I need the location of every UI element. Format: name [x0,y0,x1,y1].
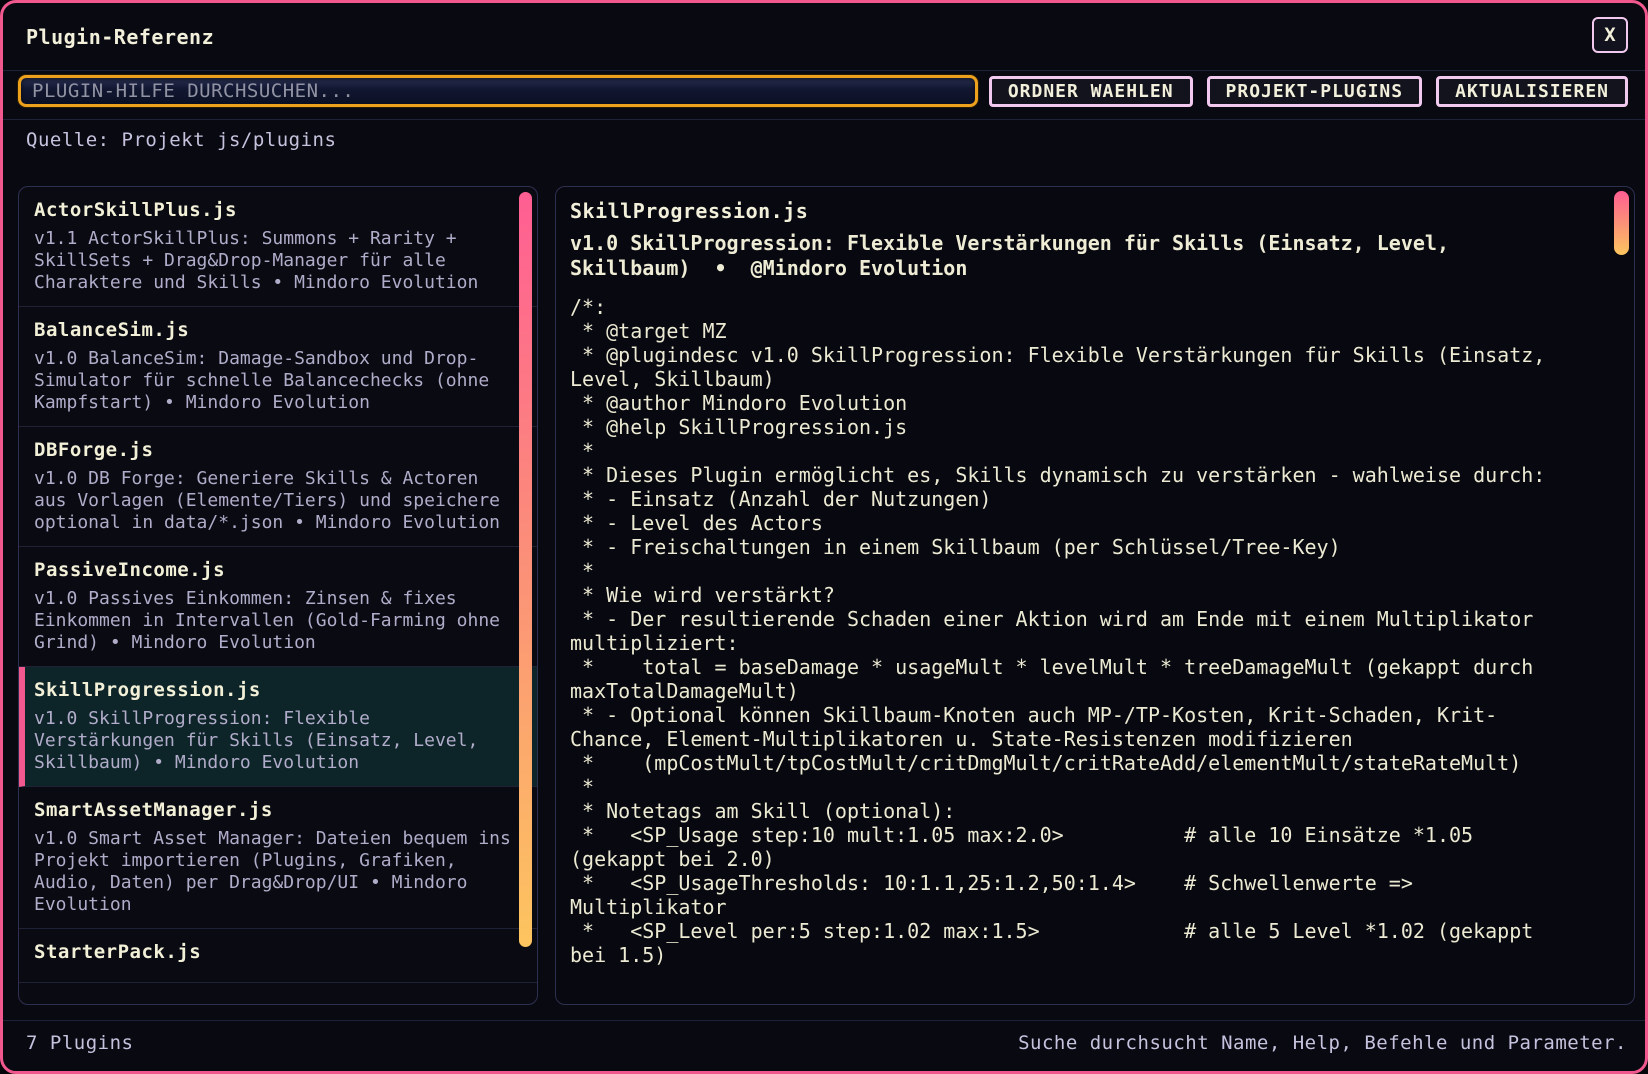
plugin-list: ActorSkillPlus.js v1.1 ActorSkillPlus: S… [19,187,537,983]
plugin-name: SmartAssetManager.js [34,799,273,821]
plugin-count: 7 Plugins [26,1032,134,1054]
detail-title: SkillProgression.js [570,199,809,223]
list-item[interactable]: SkillProgression.js v1.0 SkillProgressio… [19,667,537,787]
plugin-name: ActorSkillPlus.js [34,199,237,221]
plugin-desc: v1.0 SkillProgression: Flexible Verstärk… [34,708,479,773]
project-plugins-button[interactable]: PROJEKT-PLUGINS [1206,76,1423,107]
footer-divider [3,1020,1645,1021]
titlebar-divider [3,70,1645,71]
toolbar: ORDNER WAEHLEN PROJEKT-PLUGINS AKTUALISI… [988,76,1628,107]
list-item[interactable]: StarterPack.js [19,929,537,983]
plugin-list-panel: ActorSkillPlus.js v1.1 ActorSkillPlus: S… [18,186,538,1005]
choose-folder-button[interactable]: ORDNER WAEHLEN [988,76,1193,107]
plugin-name: BalanceSim.js [34,319,190,341]
refresh-button[interactable]: AKTUALISIEREN [1436,76,1628,107]
close-button[interactable]: X [1592,17,1628,53]
search-input[interactable] [18,75,978,107]
list-item[interactable]: ActorSkillPlus.js v1.1 ActorSkillPlus: S… [19,187,537,307]
detail-help-text: /*: * @target MZ * @plugindesc v1.0 Skil… [570,295,1546,967]
source-label: Quelle: Projekt js/plugins [26,129,337,151]
plugin-detail-panel: SkillProgression.js v1.0 SkillProgressio… [555,186,1635,1005]
detail-scrollbar[interactable] [1614,191,1629,255]
page-title: Plugin-Referenz [26,25,215,49]
plugin-desc: v1.0 Smart Asset Manager: Dateien bequem… [34,828,511,915]
footer-hint: Suche durchsucht Name, Help, Befehle und… [1018,1032,1627,1054]
search-row-divider [3,119,1645,120]
list-item[interactable]: SmartAssetManager.js v1.0 Smart Asset Ma… [19,787,537,929]
plugin-name: DBForge.js [34,439,154,461]
plugin-name: StarterPack.js [34,941,202,963]
plugin-list-scrollbar[interactable] [519,192,532,947]
plugin-desc: v1.0 BalanceSim: Damage-Sandbox und Drop… [34,348,490,413]
list-item[interactable]: PassiveIncome.js v1.0 Passives Einkommen… [19,547,537,667]
plugin-name: SkillProgression.js [34,679,261,701]
plugin-desc: v1.1 ActorSkillPlus: Summons + Rarity + … [34,228,479,293]
plugin-desc: v1.0 Passives Einkommen: Zinsen & fixes … [34,588,500,653]
plugin-desc: v1.0 DB Forge: Generiere Skills & Actore… [34,468,500,533]
plugin-name: PassiveIncome.js [34,559,226,581]
close-icon: X [1604,24,1616,46]
detail-subtitle: v1.0 SkillProgression: Flexible Verstärk… [570,231,1462,280]
plugin-reference-window: Plugin-Referenz X ORDNER WAEHLEN PROJEKT… [0,0,1648,1074]
list-item[interactable]: BalanceSim.js v1.0 BalanceSim: Damage-Sa… [19,307,537,427]
list-item[interactable]: DBForge.js v1.0 DB Forge: Generiere Skil… [19,427,537,547]
